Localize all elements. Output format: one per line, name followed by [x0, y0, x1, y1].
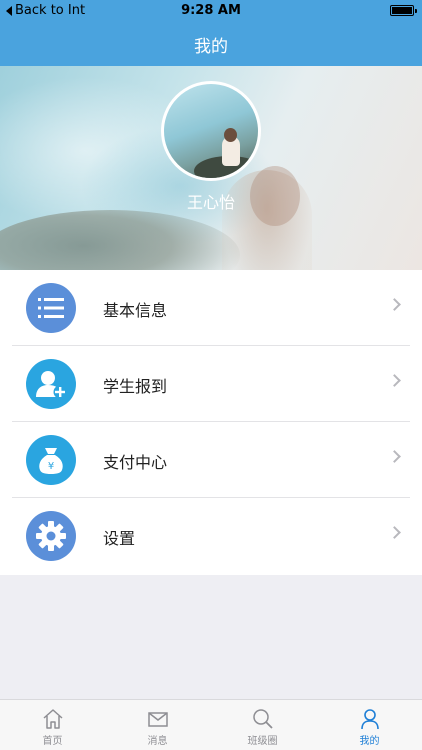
- tab-home[interactable]: 首页: [0, 700, 105, 750]
- tab-mine[interactable]: 我的: [317, 700, 422, 750]
- tab-label: 首页: [42, 736, 63, 747]
- tab-label: 我的: [359, 736, 380, 747]
- svg-text:¥: ¥: [48, 461, 54, 472]
- chevron-right-icon: [388, 450, 401, 463]
- tab-messages[interactable]: 消息: [105, 700, 210, 750]
- mail-icon: [147, 712, 168, 727]
- money-bag-icon: ¥: [26, 435, 76, 485]
- status-time: 9:28 AM: [181, 3, 241, 18]
- tab-class-circle[interactable]: 班级圈: [210, 700, 315, 750]
- menu-item-basic-info[interactable]: 基本信息: [0, 270, 422, 346]
- menu-item-payment-center[interactable]: ¥ 支付中心: [0, 422, 422, 498]
- tab-label: 班级圈: [247, 736, 278, 747]
- menu-item-label: 设置: [103, 529, 136, 548]
- person-icon: [360, 709, 379, 730]
- menu-item-label: 基本信息: [103, 301, 168, 320]
- menu-item-student-checkin[interactable]: 学生报到: [0, 346, 422, 422]
- avatar[interactable]: [161, 81, 261, 181]
- chevron-right-icon: [388, 374, 401, 387]
- menu-item-label: 支付中心: [103, 453, 168, 472]
- home-icon: [43, 709, 62, 729]
- menu-item-label: 学生报到: [103, 377, 168, 396]
- top-bar: Back to Int 9:28 AM 我的: [0, 0, 422, 66]
- tab-bar: 首页 消息 班级圈 我的: [0, 699, 422, 750]
- add-user-icon: [26, 359, 76, 409]
- page-title: 我的: [194, 37, 228, 57]
- menu-item-settings[interactable]: 设置: [0, 498, 422, 574]
- user-name: 王心怡: [186, 193, 235, 212]
- status-bar: Back to Int 9:28 AM: [0, 0, 422, 22]
- chevron-right-icon: [388, 298, 401, 311]
- menu-list: 基本信息 学生报到 ¥ 支付中心 设置: [0, 270, 422, 575]
- tab-label: 消息: [147, 736, 168, 747]
- list-icon: [26, 283, 76, 333]
- search-icon: [252, 709, 273, 729]
- gear-icon: [26, 511, 76, 561]
- chevron-right-icon: [388, 526, 401, 539]
- battery-icon: [390, 5, 417, 16]
